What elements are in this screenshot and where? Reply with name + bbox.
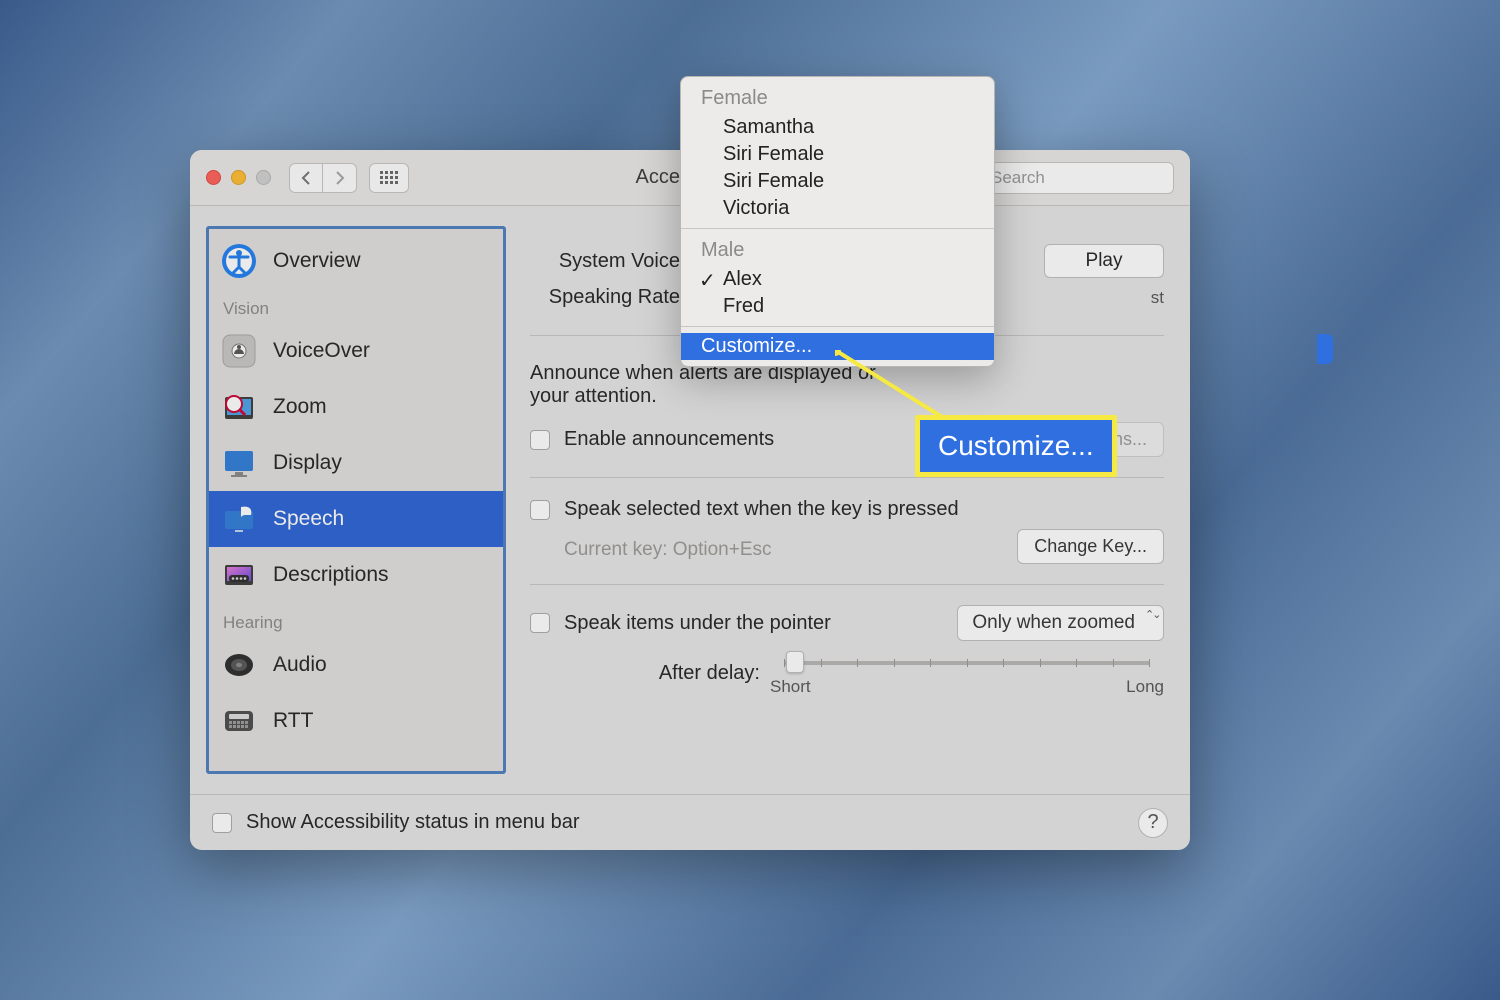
speech-icon [219,499,259,539]
current-key-label: Current key: Option+Esc [564,539,772,561]
slider-short-label: Short [770,677,811,697]
slider-long-label: Long [1126,677,1164,697]
search-input[interactable]: Search [964,162,1174,194]
announce-text-2: your attention. [530,385,657,407]
window-controls [206,170,271,185]
pointer-mode-select[interactable]: Only when zoomed [957,605,1164,641]
sidebar-item-audio[interactable]: Audio [209,637,503,693]
sidebar-item-label: Zoom [273,395,327,419]
sidebar-item-label: Display [273,451,342,475]
sidebar-item-label: Audio [273,653,327,677]
zoom-window-icon [256,170,271,185]
voice-samantha[interactable]: Samantha [681,114,994,141]
callout-text: Customize... [938,430,1094,461]
sidebar-header-vision: Vision [209,289,503,323]
sidebar-item-overview[interactable]: Overview [209,233,503,289]
enable-announcements-label: Enable announcements [564,428,774,451]
help-button[interactable]: ? [1138,808,1168,838]
show-status-label: Show Accessibility status in menu bar [246,811,580,834]
sidebar-item-voiceover[interactable]: VoiceOver [209,323,503,379]
sidebar-item-rtt[interactable]: RTT [209,693,503,749]
divider [530,477,1164,478]
show-status-checkbox[interactable] [212,813,232,833]
voice-victoria[interactable]: Victoria [681,195,994,222]
speak-pointer-label: Speak items under the pointer [564,612,831,635]
sidebar-header-hearing: Hearing [209,603,503,637]
speaking-rate-label: Speaking Rate [530,286,680,309]
sidebar-item-speech[interactable]: Speech [209,491,503,547]
accessibility-icon [219,241,259,281]
sidebar-item-label: RTT [273,709,313,733]
minimize-icon[interactable] [231,170,246,185]
play-button[interactable]: Play [1044,244,1164,278]
sidebar-item-zoom[interactable]: Zoom [209,379,503,435]
system-voice-label: System Voice [530,250,680,273]
divider [530,584,1164,585]
sidebar-item-label: Speech [273,507,344,531]
voice-siri-female-1[interactable]: Siri Female [681,141,994,168]
enable-announcements-checkbox[interactable] [530,430,550,450]
voiceover-icon [219,331,259,371]
nav-buttons [289,163,357,193]
close-icon[interactable] [206,170,221,185]
voice-fred[interactable]: Fred [681,293,994,320]
forward-button[interactable] [323,163,357,193]
display-icon [219,443,259,483]
speak-selected-checkbox[interactable] [530,500,550,520]
sidebar-item-label: VoiceOver [273,339,370,363]
voice-alex[interactable]: Alex [681,266,994,293]
change-key-button[interactable]: Change Key... [1017,529,1164,564]
speak-pointer-checkbox[interactable] [530,613,550,633]
voice-customize[interactable]: Customize... [681,333,994,360]
speak-selected-label: Speak selected text when the key is pres… [564,498,959,521]
after-delay-label: After delay: [530,662,760,685]
search-placeholder: Search [991,168,1045,188]
voice-siri-female-2[interactable]: Siri Female [681,168,994,195]
descriptions-icon [219,555,259,595]
dropdown-separator [681,326,994,327]
back-button[interactable] [289,163,323,193]
play-label: Play [1086,250,1123,272]
zoom-icon [219,387,259,427]
sidebar-item-label: Descriptions [273,563,389,587]
delay-slider[interactable] [784,649,1150,675]
callout-customize: Customize... [915,415,1117,477]
select-arrow-chip [1317,334,1333,364]
system-voice-dropdown[interactable]: Female Samantha Siri Female Siri Female … [680,76,995,367]
show-all-button[interactable] [369,163,409,193]
sidebar-item-label: Overview [273,249,361,273]
dropdown-header-male: Male [681,235,994,266]
sidebar-item-display[interactable]: Display [209,435,503,491]
footer: Show Accessibility status in menu bar ? [190,794,1190,850]
audio-icon [219,645,259,685]
sidebar[interactable]: Overview Vision VoiceOver Zoom Display [206,226,506,774]
rate-fast-abbrev: st [1151,288,1164,308]
sidebar-item-descriptions[interactable]: Descriptions [209,547,503,603]
rtt-icon [219,701,259,741]
dropdown-separator [681,228,994,229]
dropdown-header-female: Female [681,83,994,114]
